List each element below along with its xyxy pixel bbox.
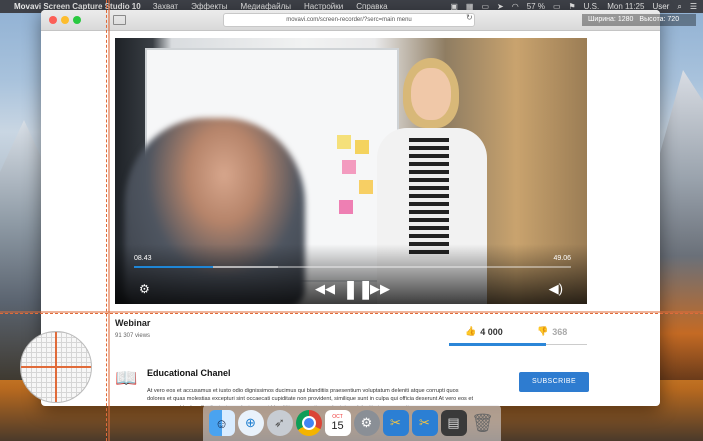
capture-guide-horizontal-dashed xyxy=(0,313,703,314)
capture-guide-vertical-dashed xyxy=(106,0,107,441)
sticky-note xyxy=(342,160,356,174)
capture-size-readout: Ширина: 1280 Высота: 720 xyxy=(582,14,696,26)
minimize-window-button[interactable] xyxy=(61,16,69,24)
safari-icon[interactable]: ⊕ xyxy=(237,410,264,436)
channel-name[interactable]: Educational Chanel xyxy=(147,368,231,378)
system-preferences-icon[interactable]: ⚙ xyxy=(353,410,380,436)
calendar-icon[interactable]: OCT 15 xyxy=(324,410,351,436)
dislike-button[interactable]: 👎 368 xyxy=(537,326,567,337)
sticky-note xyxy=(337,135,351,149)
width-value: 1280 xyxy=(617,16,634,23)
app-icon[interactable]: ▤ xyxy=(440,410,467,436)
like-ratio-bar xyxy=(449,343,587,346)
sticky-note xyxy=(339,200,353,214)
dock: ☺ ⊕ ➶ OCT 15 ⚙ ✂ ✂ ▤ 🗑 xyxy=(203,405,501,441)
rewind-icon[interactable]: ◀◀ xyxy=(315,282,335,296)
finder-icon[interactable]: ☺ xyxy=(208,410,235,436)
thumbs-down-icon: 👎 xyxy=(537,326,549,336)
window-titlebar: movavi.com/screen-recorder/?serc=main me… xyxy=(41,10,660,31)
close-window-button[interactable] xyxy=(49,16,57,24)
width-label: Ширина: xyxy=(588,16,616,23)
address-bar[interactable]: movavi.com/screen-recorder/?serc=main me… xyxy=(223,13,475,27)
view-count: 91 307 views xyxy=(115,333,151,339)
video-title: Webinar xyxy=(115,318,151,328)
sidebar-toggle-icon[interactable] xyxy=(113,15,126,25)
progress-fill xyxy=(134,266,213,268)
capture-magnifier xyxy=(20,331,92,403)
current-time: 08.43 xyxy=(134,255,152,262)
screen-capture-app-icon-2[interactable]: ✂ xyxy=(411,410,438,436)
video-player[interactable]: 08.43 49.06 ⚙ ◀◀ ❚❚ ▶▶ ◀) xyxy=(115,38,587,304)
browser-window: movavi.com/screen-recorder/?serc=main me… xyxy=(41,10,660,406)
subscribe-button[interactable]: SUBSCRIBE xyxy=(519,372,589,392)
launchpad-icon[interactable]: ➶ xyxy=(266,410,293,436)
calendar-day: 15 xyxy=(331,420,344,432)
height-label: Высота: xyxy=(639,16,666,23)
seek-bar[interactable] xyxy=(134,266,571,268)
duration-time: 49.06 xyxy=(553,255,571,262)
pause-icon[interactable]: ❚❚ xyxy=(343,280,373,298)
chrome-icon[interactable] xyxy=(295,410,322,436)
fast-forward-icon[interactable]: ▶▶ xyxy=(370,282,390,296)
trash-icon[interactable]: 🗑 xyxy=(470,410,496,436)
screen-capture-app-icon[interactable]: ✂ xyxy=(382,410,409,436)
volume-icon[interactable]: ◀) xyxy=(549,282,563,296)
reload-icon[interactable]: ↻ xyxy=(466,13,473,22)
height-value: 720 xyxy=(667,16,680,23)
dislike-count: 368 xyxy=(552,326,568,337)
like-count: 4 000 xyxy=(480,326,503,337)
like-button[interactable]: 👍 4 000 xyxy=(465,326,503,337)
zoom-window-button[interactable] xyxy=(73,16,81,24)
like-ratio-fill xyxy=(449,343,546,346)
notification-center-icon[interactable]: ☰ xyxy=(690,2,697,11)
thumbs-up-icon: 👍 xyxy=(465,326,477,336)
book-icon: 📖 xyxy=(115,368,138,388)
search-icon[interactable]: ⌕ xyxy=(677,2,681,12)
settings-gear-icon[interactable]: ⚙ xyxy=(139,282,150,296)
capture-guide-vertical[interactable] xyxy=(108,0,110,441)
channel-description: At vero eos et accusamus et iusto odio d… xyxy=(147,388,474,406)
